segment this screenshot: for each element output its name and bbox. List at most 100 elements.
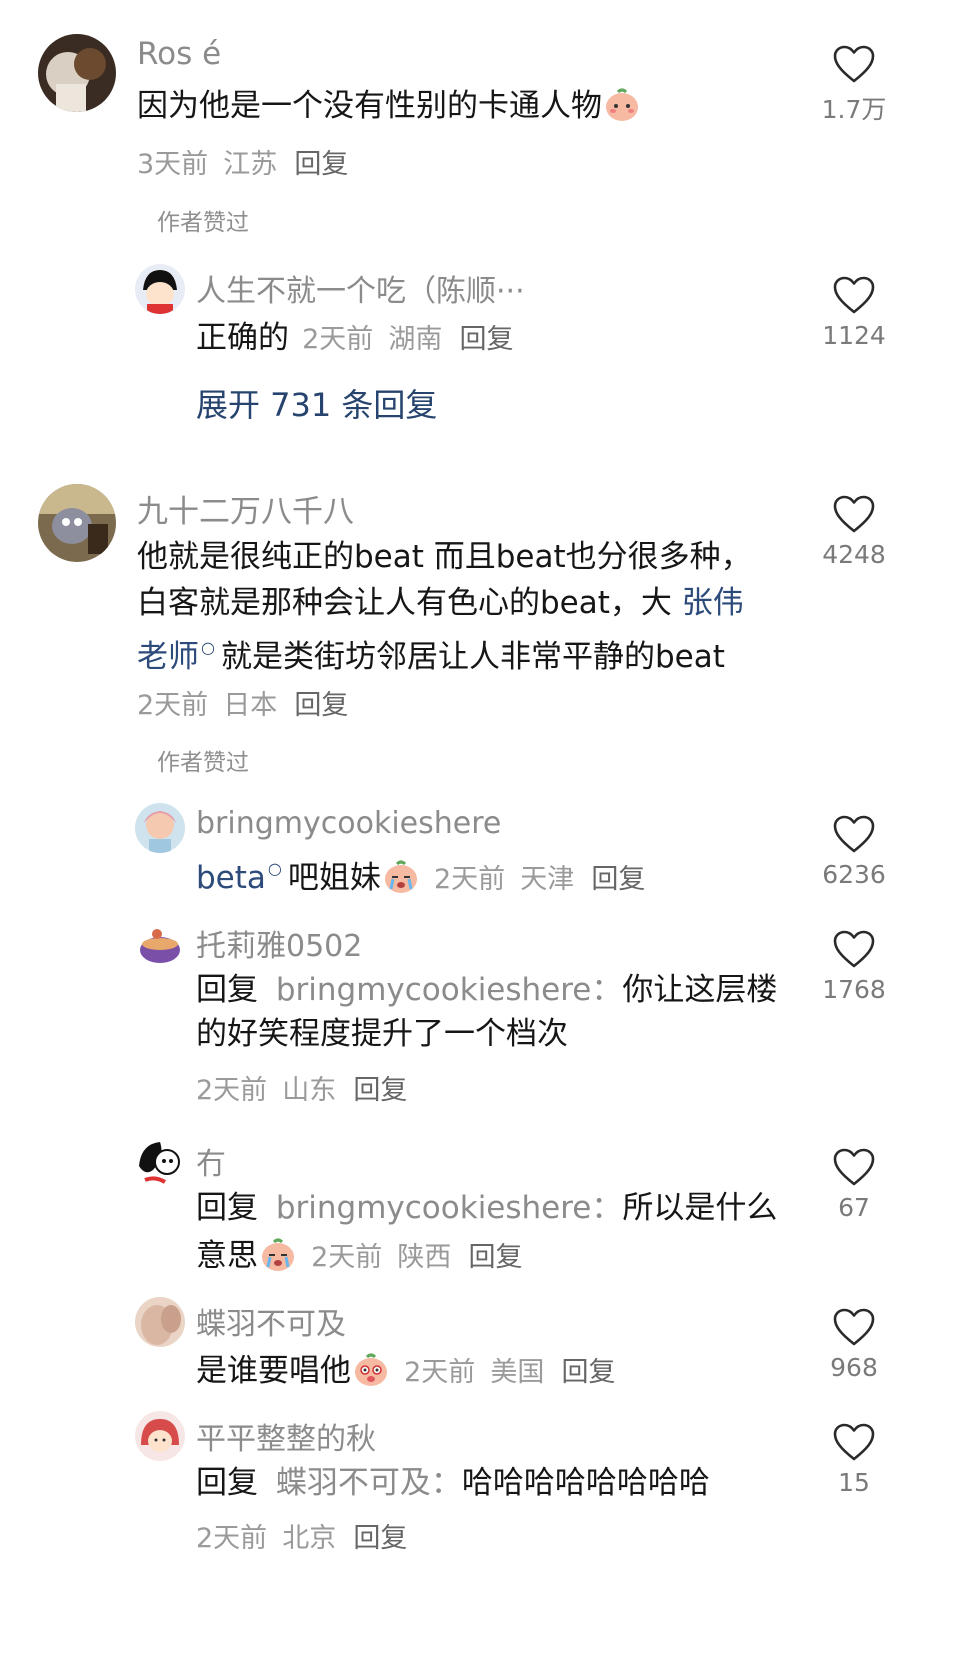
heart-icon (833, 276, 875, 314)
heart-icon (833, 815, 875, 853)
username[interactable]: 托莉雅0502 (196, 921, 362, 965)
avatar[interactable] (135, 1411, 185, 1461)
location: 陕西 (397, 1242, 452, 1273)
comment-text-line: 白客就是那种会让人有色心的beat，大 张伟 (137, 585, 744, 621)
heart-icon (833, 1148, 875, 1186)
comment-text: 正确的 (196, 320, 289, 356)
timestamp: 3天前 (137, 149, 209, 180)
avatar[interactable] (135, 1297, 185, 1347)
like-count: 6236 (822, 860, 886, 889)
location: 日本 (223, 690, 278, 721)
username[interactable]: 九十二万八千八 (137, 486, 354, 531)
location: 天津 (520, 864, 575, 895)
like-button[interactable]: 67 (804, 1147, 904, 1222)
search-icon: ○ (201, 638, 215, 657)
reply-button[interactable]: 回复 (353, 1075, 407, 1106)
reply-target-user[interactable]: 蝶羽不可及： (276, 1465, 462, 1501)
avatar[interactable] (135, 264, 185, 314)
search-link[interactable]: beta (196, 860, 266, 896)
timestamp: 2天前 (196, 1075, 268, 1106)
like-count: 15 (838, 1468, 870, 1497)
timestamp: 2天前 (196, 1523, 268, 1554)
search-link[interactable]: 张伟 (682, 585, 744, 621)
reply-button[interactable]: 回复 (294, 149, 348, 180)
reply-button[interactable]: 回复 (294, 690, 348, 721)
reply-target-user[interactable]: bringmycookieshere： (276, 1190, 623, 1226)
reply-button[interactable]: 回复 (353, 1523, 407, 1554)
comment-text-row: 意思 2天前 陕西 回复 (196, 1230, 522, 1275)
username[interactable]: 平平整整的秋 (196, 1414, 376, 1458)
heart-icon (833, 1423, 875, 1461)
reply-prefix: 回复 (196, 972, 258, 1008)
location: 美国 (490, 1357, 545, 1388)
avatar[interactable] (135, 920, 185, 970)
crying-emoji-icon (383, 860, 419, 894)
like-button[interactable]: 6236 (804, 814, 904, 889)
reply-prefix: 回复 (196, 1465, 258, 1501)
comment-text-row: beta ○ 吧姐妹 2天前 天津 回复 (196, 852, 645, 897)
comment-text-line: 的好笑程度提升了一个档次 (196, 1016, 568, 1052)
comment-meta: 2天前 日本 回复 (137, 683, 348, 722)
comment-text: 意思 (196, 1238, 258, 1274)
comment-text-line: 回复 蝶羽不可及：哈哈哈哈哈哈哈哈 (196, 1465, 710, 1501)
avatar[interactable] (38, 484, 116, 562)
expand-replies-button[interactable]: 展开 731 条回复 (196, 380, 437, 426)
timestamp: 2天前 (311, 1242, 383, 1273)
like-count: 968 (830, 1353, 878, 1382)
comment-meta: 2天前 北京 回复 (196, 1516, 407, 1555)
reply-prefix: 回复 (196, 1190, 258, 1226)
crying-emoji-icon (260, 1238, 296, 1272)
timestamp: 2天前 (137, 690, 209, 721)
heart-icon (833, 45, 875, 83)
username[interactable]: bringmycookieshere (196, 806, 501, 841)
heart-icon (833, 1308, 875, 1346)
avatar[interactable] (135, 1136, 185, 1186)
comment-text-row: 正确的 2天前 湖南 回复 (196, 312, 513, 357)
username[interactable]: 冇 (196, 1139, 226, 1183)
search-link[interactable]: 老师 (137, 639, 199, 675)
heart-icon (833, 495, 875, 533)
tongue-out-emoji-icon (353, 1353, 389, 1387)
like-button[interactable]: 1768 (804, 929, 904, 1004)
author-liked-label: 作者赞过 (157, 750, 249, 776)
reply-button[interactable]: 回复 (561, 1357, 615, 1388)
like-button[interactable]: 4248 (804, 494, 904, 569)
like-count: 67 (838, 1193, 870, 1222)
reply-button[interactable]: 回复 (591, 864, 645, 895)
reply-target-user[interactable]: bringmycookieshere： (276, 972, 623, 1008)
heart-icon (833, 930, 875, 968)
location: 湖南 (388, 324, 443, 355)
timestamp: 2天前 (404, 1357, 476, 1388)
username[interactable]: 人生不就一个吃（陈顺··· (196, 266, 525, 310)
avatar[interactable] (38, 34, 116, 112)
like-count: 1.7万 (821, 95, 887, 124)
reply-button[interactable]: 回复 (459, 324, 513, 355)
username[interactable]: Ros é (137, 36, 221, 72)
username[interactable]: 蝶羽不可及 (196, 1299, 346, 1343)
comment-text-line: 老师 ○ 就是类街坊邻居让人非常平静的beat (137, 624, 725, 681)
like-button[interactable]: 1.7万 (804, 44, 904, 126)
comment-meta: 2天前 山东 回复 (196, 1068, 407, 1107)
timestamp: 2天前 (433, 864, 506, 895)
like-button[interactable]: 968 (804, 1307, 904, 1382)
like-count: 4248 (822, 540, 886, 569)
comment-text-line: 回复 bringmycookieshere：所以是什么 (196, 1190, 778, 1226)
location: 山东 (282, 1075, 337, 1106)
avatar[interactable] (135, 803, 185, 853)
location: 江苏 (223, 149, 278, 180)
comment-text: 因为他是一个没有性别的卡通人物 (137, 82, 640, 130)
reply-button[interactable]: 回复 (468, 1242, 522, 1273)
like-button[interactable]: 1124 (804, 275, 904, 350)
comment-text: 是谁要唱他 (196, 1353, 351, 1389)
search-icon: ○ (267, 859, 282, 878)
comment-meta: 3天前 江苏 回复 (137, 142, 348, 181)
like-count: 1124 (822, 321, 886, 350)
location: 北京 (282, 1523, 337, 1554)
like-count: 1768 (822, 975, 886, 1004)
timestamp: 2天前 (302, 324, 374, 355)
comment-text: 吧姐妹 (287, 860, 381, 896)
comment-text-line: 回复 bringmycookieshere：你让这层楼 (196, 972, 778, 1008)
blush-emoji-icon (604, 88, 640, 122)
like-button[interactable]: 15 (804, 1422, 904, 1497)
comment-text-line: 他就是很纯正的beat 而且beat也分很多种， (137, 539, 752, 575)
